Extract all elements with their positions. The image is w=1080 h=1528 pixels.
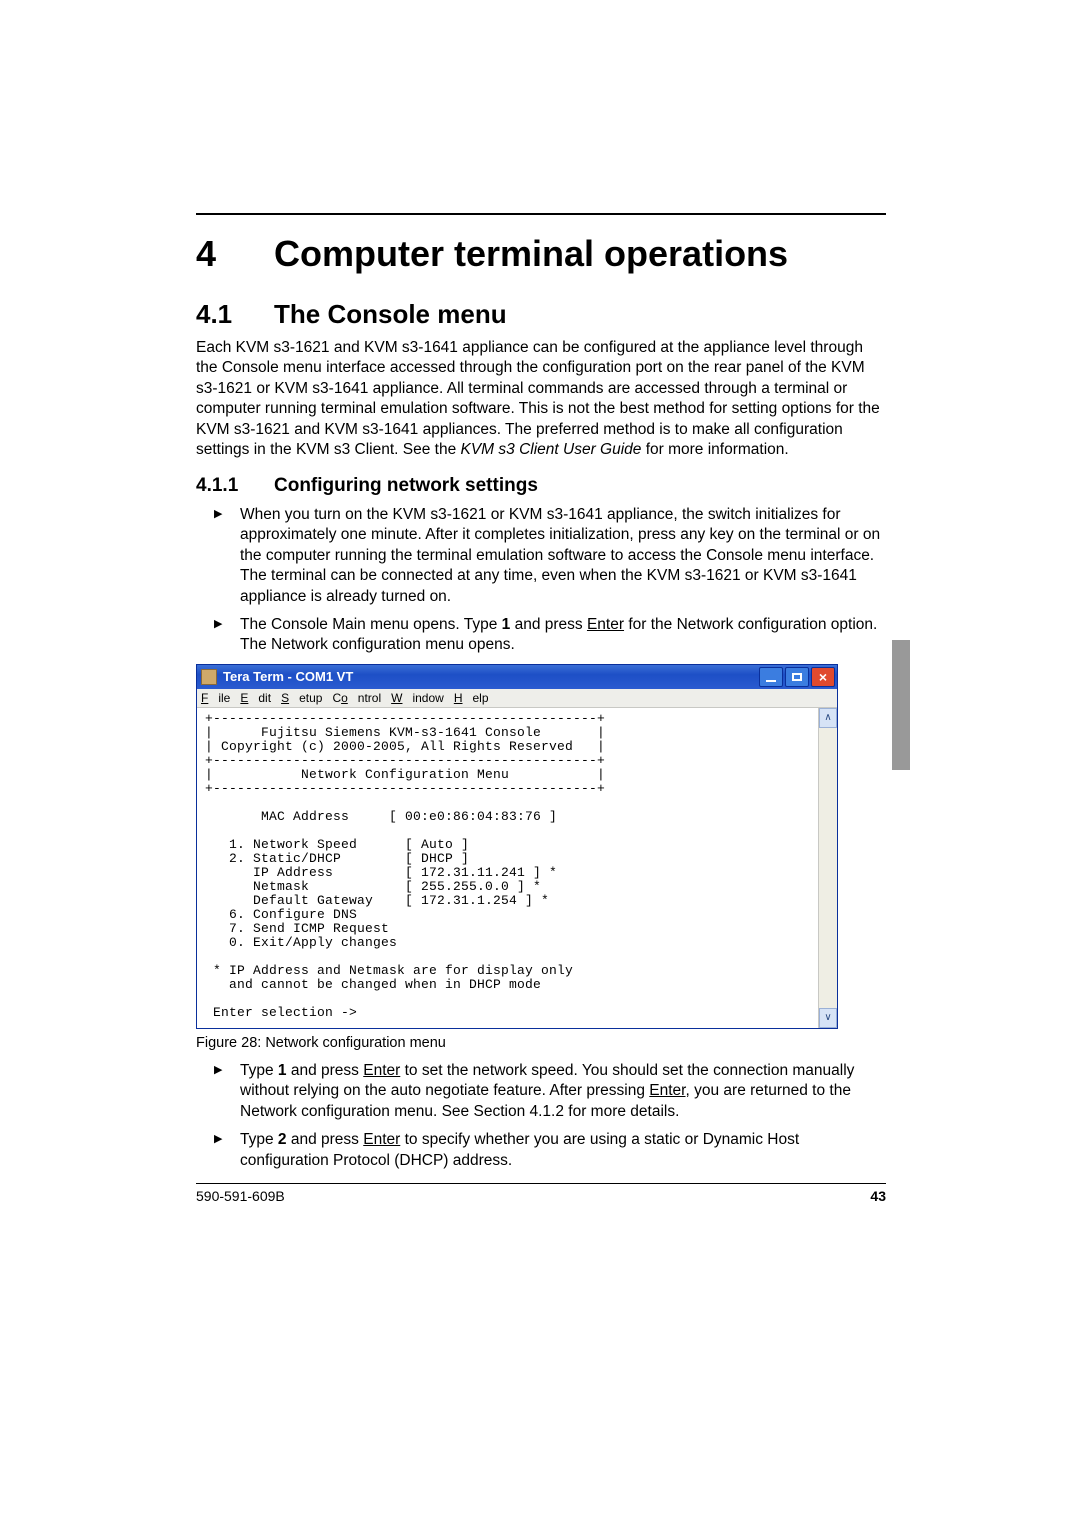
footer-docnum: 590-591-609B xyxy=(196,1188,285,1204)
terminal-window: Tera Term - COM1 VT × File Edit Setup Co… xyxy=(196,664,838,1029)
section-heading: 4.1 The Console menu xyxy=(196,299,886,330)
menu-file[interactable]: File xyxy=(201,691,230,705)
page-content: 4 Computer terminal operations 4.1 The C… xyxy=(196,213,886,1204)
list-item: Type 2 and press Enter to specify whethe… xyxy=(214,1130,886,1171)
section-paragraph-tail: for more information. xyxy=(641,441,788,458)
list-item: The Console Main menu opens. Type 1 and … xyxy=(214,615,886,656)
terminal-body[interactable]: +---------------------------------------… xyxy=(197,708,818,1028)
app-icon xyxy=(201,669,217,685)
section-title: The Console menu xyxy=(274,299,507,330)
maximize-button[interactable] xyxy=(785,667,809,687)
section-paragraph-em: KVM s3 Client User Guide xyxy=(461,441,642,458)
bullet-list-bottom: Type 1 and press Enter to set the networ… xyxy=(214,1061,886,1171)
text: Type xyxy=(240,1131,278,1148)
console-output: +---------------------------------------… xyxy=(205,712,814,1020)
scroll-down-button[interactable]: ∨ xyxy=(819,1008,837,1028)
footer-rule xyxy=(196,1183,886,1184)
section-paragraph: Each KVM s3-1621 and KVM s3-1641 applian… xyxy=(196,338,886,461)
text: Type xyxy=(240,1062,278,1079)
chapter-heading: 4 Computer terminal operations xyxy=(196,233,886,275)
scroll-track[interactable] xyxy=(819,728,837,1008)
text: and press xyxy=(287,1062,364,1079)
scrollbar[interactable]: ∧ ∨ xyxy=(818,708,837,1028)
page-number: 43 xyxy=(870,1188,886,1204)
close-icon: × xyxy=(819,670,827,684)
window-title: Tera Term - COM1 VT xyxy=(223,669,759,684)
underline-enter: Enter xyxy=(587,616,624,633)
underline-enter: Enter xyxy=(363,1131,400,1148)
menu-control[interactable]: Control xyxy=(332,691,381,705)
text: and press xyxy=(510,616,587,633)
menu-bar[interactable]: File Edit Setup Control Window Help xyxy=(197,689,837,708)
subsection-heading: 4.1.1 Configuring network settings xyxy=(196,475,886,497)
maximize-icon xyxy=(792,673,802,681)
menu-window[interactable]: Window xyxy=(391,691,444,705)
minimize-icon xyxy=(766,680,776,682)
menu-help[interactable]: Help xyxy=(454,691,489,705)
top-rule xyxy=(196,213,886,215)
window-buttons: × xyxy=(759,667,835,687)
terminal-body-wrap: +---------------------------------------… xyxy=(197,708,837,1028)
list-item: When you turn on the KVM s3-1621 or KVM … xyxy=(214,505,886,607)
text: and press xyxy=(287,1131,364,1148)
text: The Console Main menu opens. Type xyxy=(240,616,502,633)
bold-1: 1 xyxy=(502,616,511,633)
menu-edit[interactable]: Edit xyxy=(240,691,271,705)
underline-enter-2: Enter xyxy=(649,1082,685,1099)
close-button[interactable]: × xyxy=(811,667,835,687)
underline-enter: Enter xyxy=(363,1062,400,1079)
bold-2: 2 xyxy=(278,1131,287,1148)
chapter-title: Computer terminal operations xyxy=(274,233,788,275)
section-number: 4.1 xyxy=(196,299,274,330)
footer: 590-591-609B 43 xyxy=(196,1188,886,1204)
bullet-list-top: When you turn on the KVM s3-1621 or KVM … xyxy=(214,505,886,656)
menu-setup[interactable]: Setup xyxy=(281,691,322,705)
chapter-number: 4 xyxy=(196,233,274,275)
figure-caption: Figure 28: Network configuration menu xyxy=(196,1035,886,1051)
titlebar[interactable]: Tera Term - COM1 VT × xyxy=(197,665,837,689)
subsection-title: Configuring network settings xyxy=(274,475,538,497)
list-item: Type 1 and press Enter to set the networ… xyxy=(214,1061,886,1122)
bold-1: 1 xyxy=(278,1062,287,1079)
scroll-up-button[interactable]: ∧ xyxy=(819,708,837,728)
subsection-number: 4.1.1 xyxy=(196,475,274,497)
side-thumb-tab xyxy=(892,640,910,770)
minimize-button[interactable] xyxy=(759,667,783,687)
